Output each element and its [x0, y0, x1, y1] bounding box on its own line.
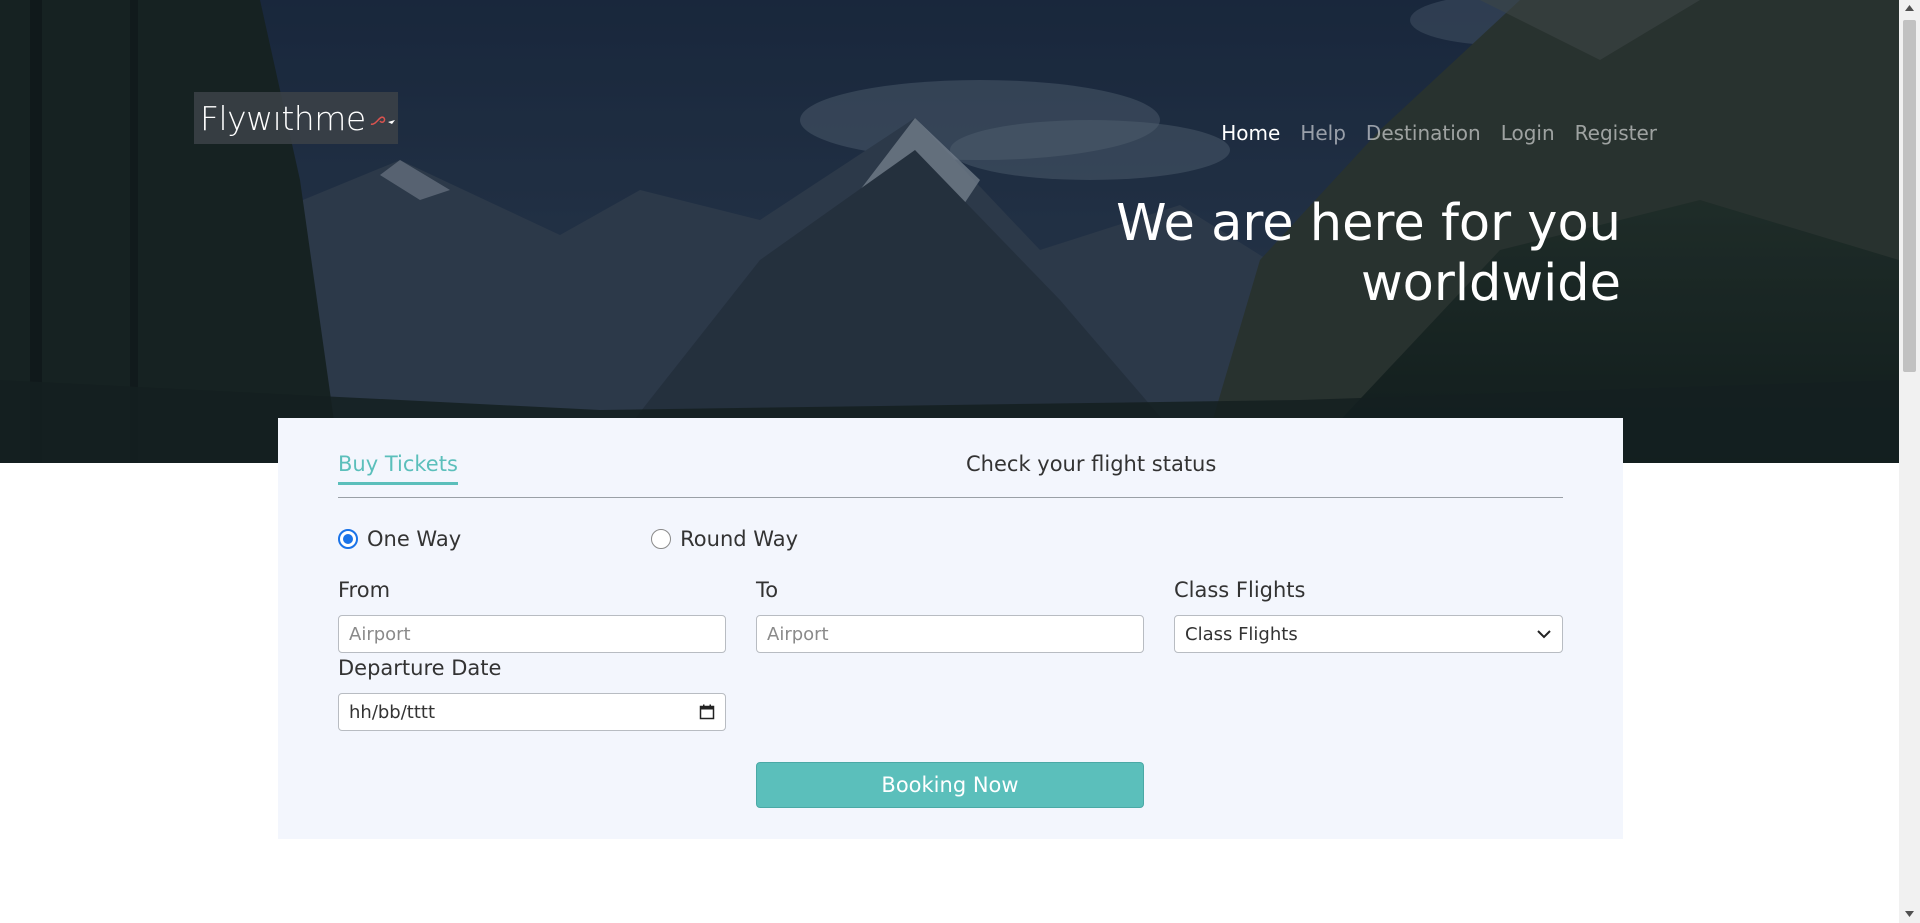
- to-label: To: [756, 578, 779, 602]
- hero-heading-line1: We are here for you: [1116, 194, 1621, 253]
- one-way-radio[interactable]: [338, 529, 358, 549]
- round-way-label: Round Way: [680, 527, 798, 551]
- departure-date-input[interactable]: hh/bb/tttt: [338, 693, 726, 731]
- one-way-label: One Way: [367, 527, 462, 551]
- round-way-radio[interactable]: [651, 529, 672, 549]
- from-airport-input[interactable]: [338, 615, 726, 653]
- booking-now-button[interactable]: Booking Now: [756, 762, 1144, 808]
- nav-register[interactable]: Register: [1575, 121, 1657, 145]
- page-scrollbar[interactable]: [1899, 0, 1920, 923]
- booking-tabs: Buy Tickets Check your flight status: [338, 452, 1563, 498]
- class-flights-selected: Class Flights: [1185, 623, 1298, 645]
- class-flights-select[interactable]: Class Flights: [1174, 615, 1563, 653]
- logo-text: Flywıthme: [200, 98, 366, 138]
- hero-banner: Flywıthme Home Help Destination Login Re…: [0, 0, 1899, 463]
- tab-buy-tickets[interactable]: Buy Tickets: [338, 452, 458, 485]
- departure-date-placeholder: hh/bb/tttt: [349, 701, 436, 723]
- main-nav: Home Help Destination Login Register: [1221, 121, 1657, 145]
- calendar-icon[interactable]: [699, 704, 715, 720]
- to-airport-input[interactable]: [756, 615, 1144, 653]
- departure-date-label: Departure Date: [338, 656, 502, 680]
- hero-heading: We are here for you worldwide: [1061, 194, 1621, 314]
- scroll-down-arrow-icon[interactable]: [1904, 910, 1915, 918]
- round-way-option[interactable]: Round Way: [651, 527, 798, 551]
- booking-card: Buy Tickets Check your flight status One…: [278, 418, 1623, 839]
- nav-help[interactable]: Help: [1300, 121, 1346, 145]
- class-flights-label: Class Flights: [1174, 578, 1306, 602]
- from-label: From: [338, 578, 391, 602]
- trip-type-group: One Way Round Way: [338, 527, 798, 551]
- tab-check-flight-status[interactable]: Check your flight status: [966, 452, 1216, 476]
- nav-destination[interactable]: Destination: [1366, 121, 1481, 145]
- scrollbar-thumb[interactable]: [1903, 20, 1916, 372]
- plane-swoosh-icon: [370, 116, 395, 125]
- one-way-option[interactable]: One Way: [338, 527, 461, 551]
- brand-logo[interactable]: Flywıthme: [194, 92, 398, 144]
- scroll-up-arrow-icon[interactable]: [1904, 4, 1915, 12]
- chevron-down-icon: [1537, 630, 1551, 639]
- hero-heading-line2: worldwide: [1360, 254, 1621, 313]
- nav-home[interactable]: Home: [1221, 121, 1280, 145]
- nav-login[interactable]: Login: [1501, 121, 1555, 145]
